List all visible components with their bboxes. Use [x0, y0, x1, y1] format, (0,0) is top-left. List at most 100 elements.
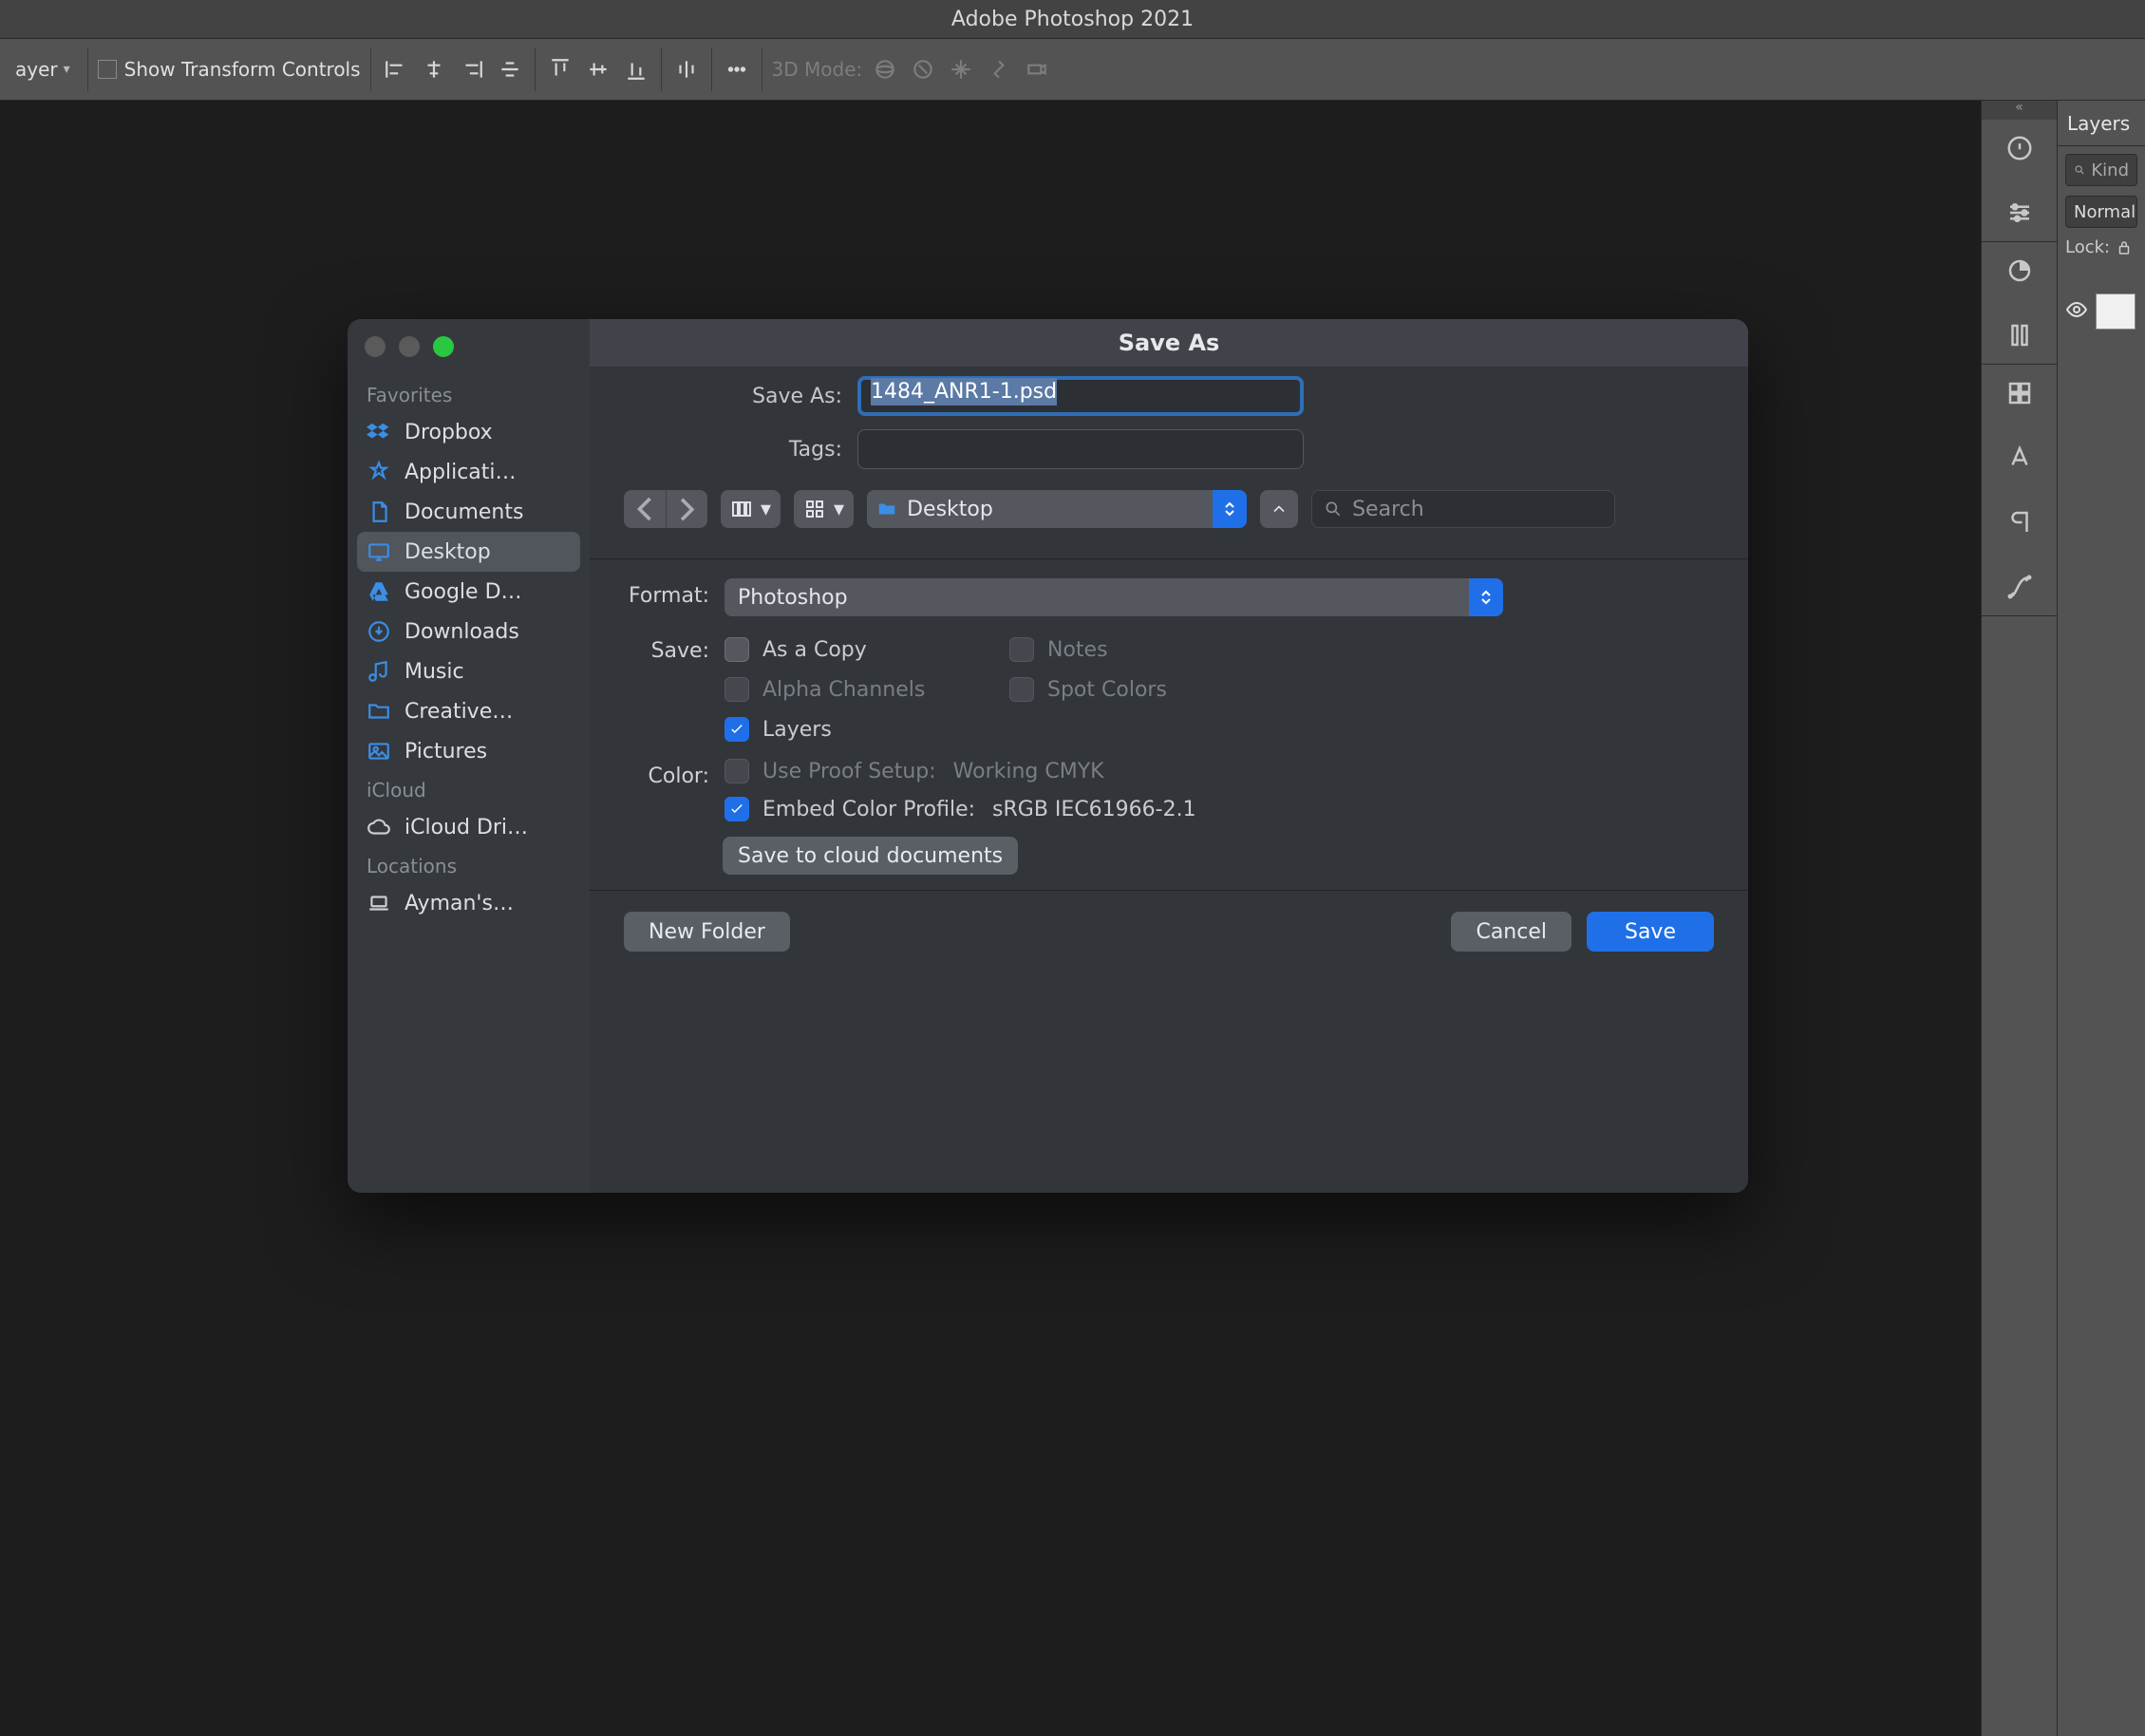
locations-section-label: Locations	[357, 847, 580, 883]
workspace: Favorites Dropbox Applicati… Documents D…	[0, 101, 2145, 1736]
music-icon	[367, 659, 391, 684]
align-bottom-icon[interactable]	[621, 54, 651, 85]
save-as-dialog: Favorites Dropbox Applicati… Documents D…	[348, 319, 1748, 1193]
format-value: Photoshop	[738, 586, 848, 610]
favorites-section-label: Favorites	[357, 376, 580, 412]
forward-button[interactable]	[666, 490, 707, 528]
cloud-icon	[367, 815, 391, 840]
pen-panel-icon[interactable]	[2001, 568, 2039, 606]
sidebar-item-icloud-drive[interactable]: iCloud Dri…	[357, 807, 580, 847]
app-title: Adobe Photoshop 2021	[951, 8, 1194, 31]
embed-color-profile-checkbox[interactable]: Embed Color Profile: sRGB IEC61966-2.1	[724, 797, 1196, 821]
color-panel-icon[interactable]	[2001, 252, 2039, 290]
save-options-label: Save:	[624, 633, 709, 663]
cancel-button[interactable]: Cancel	[1451, 912, 1571, 952]
distribute-h-icon[interactable]	[495, 54, 525, 85]
updown-arrows-icon	[1213, 490, 1247, 528]
tags-value[interactable]	[868, 430, 1293, 468]
layers-checkbox[interactable]: Layers	[724, 717, 1009, 742]
back-button[interactable]	[624, 490, 666, 528]
save-to-cloud-button[interactable]: Save to cloud documents	[723, 837, 1018, 875]
align-center-h-icon[interactable]	[419, 54, 449, 85]
paragraph-panel-icon[interactable]	[2001, 503, 2039, 541]
checkbox-label: Notes	[1047, 638, 1108, 662]
sidebar-item-dropbox[interactable]: Dropbox	[357, 412, 580, 452]
sidebar-item-google-drive[interactable]: Google D…	[357, 572, 580, 612]
align-left-icon[interactable]	[381, 54, 411, 85]
view-columns-button[interactable]: ▾	[721, 490, 781, 528]
swatches-panel-icon[interactable]	[2001, 374, 2039, 412]
distribute-v-icon[interactable]	[671, 54, 702, 85]
character-panel-icon[interactable]	[2001, 439, 2039, 477]
visibility-toggle[interactable]	[2065, 298, 2088, 326]
3d-pan-icon[interactable]	[946, 54, 976, 85]
document-icon	[367, 500, 391, 524]
3d-orbit-icon[interactable]	[870, 54, 900, 85]
tags-input[interactable]	[857, 429, 1304, 469]
filename-input[interactable]: 1484_ANR1-1.psd	[857, 376, 1304, 416]
sidebar-item-music[interactable]: Music	[357, 651, 580, 691]
location-dropdown[interactable]: Desktop	[867, 490, 1247, 528]
layer-thumbnail[interactable]	[2096, 293, 2136, 330]
format-dropdown[interactable]: Photoshop	[724, 578, 1503, 616]
blend-mode-dropdown[interactable]: Normal	[2065, 196, 2137, 228]
properties-panel-icon[interactable]	[2001, 129, 2039, 167]
sidebar-item-desktop[interactable]: Desktop	[357, 532, 580, 572]
checkbox-label: Layers	[762, 718, 832, 742]
filter-label: Kind	[2091, 160, 2129, 180]
show-transform-checkbox[interactable]	[98, 60, 117, 79]
tags-label: Tags:	[624, 438, 842, 462]
button-label: New Folder	[649, 920, 765, 944]
sidebar-item-label: Ayman's…	[405, 892, 514, 915]
sidebar-item-downloads[interactable]: Downloads	[357, 612, 580, 651]
sidebar-item-label: Google D…	[405, 580, 522, 604]
adjustments-panel-icon[interactable]	[2001, 194, 2039, 232]
blend-mode-value: Normal	[2074, 202, 2136, 222]
close-window-button[interactable]	[365, 336, 386, 357]
format-label: Format:	[624, 578, 709, 608]
search-input[interactable]: Search	[1311, 490, 1615, 528]
align-top-icon[interactable]	[545, 54, 575, 85]
sidebar-item-creative[interactable]: Creative…	[357, 691, 580, 731]
3d-camera-icon[interactable]	[1022, 54, 1052, 85]
location-value: Desktop	[907, 498, 993, 521]
libraries-panel-icon[interactable]	[2001, 316, 2039, 354]
align-right-icon[interactable]	[457, 54, 487, 85]
divider	[535, 47, 536, 91]
layer-row[interactable]	[2065, 293, 2137, 330]
path-up-button[interactable]	[1260, 490, 1298, 528]
show-transform-label: Show Transform Controls	[124, 58, 361, 81]
more-options-icon[interactable]	[722, 54, 752, 85]
sidebar-item-computer[interactable]: Ayman's…	[357, 883, 580, 923]
collapse-panels-button[interactable]: «	[1982, 101, 2057, 120]
align-center-v-icon[interactable]	[583, 54, 613, 85]
chevron-down-icon: ▾	[761, 498, 771, 521]
chevron-up-icon	[1270, 500, 1289, 519]
options-bar: ayer ▾ Show Transform Controls 3D Mode:	[0, 38, 2145, 101]
auto-select-dropdown[interactable]: ayer ▾	[8, 54, 78, 85]
applications-icon	[367, 460, 391, 484]
sidebar-item-label: Downloads	[405, 620, 519, 644]
sidebar-item-label: Pictures	[405, 740, 487, 764]
canvas[interactable]: Favorites Dropbox Applicati… Documents D…	[0, 101, 1981, 1736]
sidebar-item-applications[interactable]: Applicati…	[357, 452, 580, 492]
3d-roll-icon[interactable]	[908, 54, 938, 85]
minimize-window-button[interactable]	[399, 336, 420, 357]
sidebar-item-pictures[interactable]: Pictures	[357, 731, 580, 771]
3d-mode-label: 3D Mode:	[772, 58, 863, 81]
new-folder-button[interactable]: New Folder	[624, 912, 790, 952]
color-profile-name: sRGB IEC61966-2.1	[992, 798, 1196, 821]
sidebar-item-label: Music	[405, 660, 464, 684]
layer-filter-dropdown[interactable]: Kind	[2065, 154, 2137, 186]
sidebar-item-documents[interactable]: Documents	[357, 492, 580, 532]
lock-icon[interactable]	[2116, 239, 2133, 256]
3d-slide-icon[interactable]	[984, 54, 1014, 85]
as-a-copy-checkbox[interactable]: As a Copy	[724, 637, 1009, 662]
layers-tab[interactable]: Layers	[2058, 101, 2145, 146]
divider	[661, 47, 662, 91]
save-button[interactable]: Save	[1587, 912, 1714, 952]
divider	[711, 47, 712, 91]
maximize-window-button[interactable]	[433, 336, 454, 357]
grid-icon	[803, 498, 826, 520]
view-icons-button[interactable]: ▾	[794, 490, 854, 528]
